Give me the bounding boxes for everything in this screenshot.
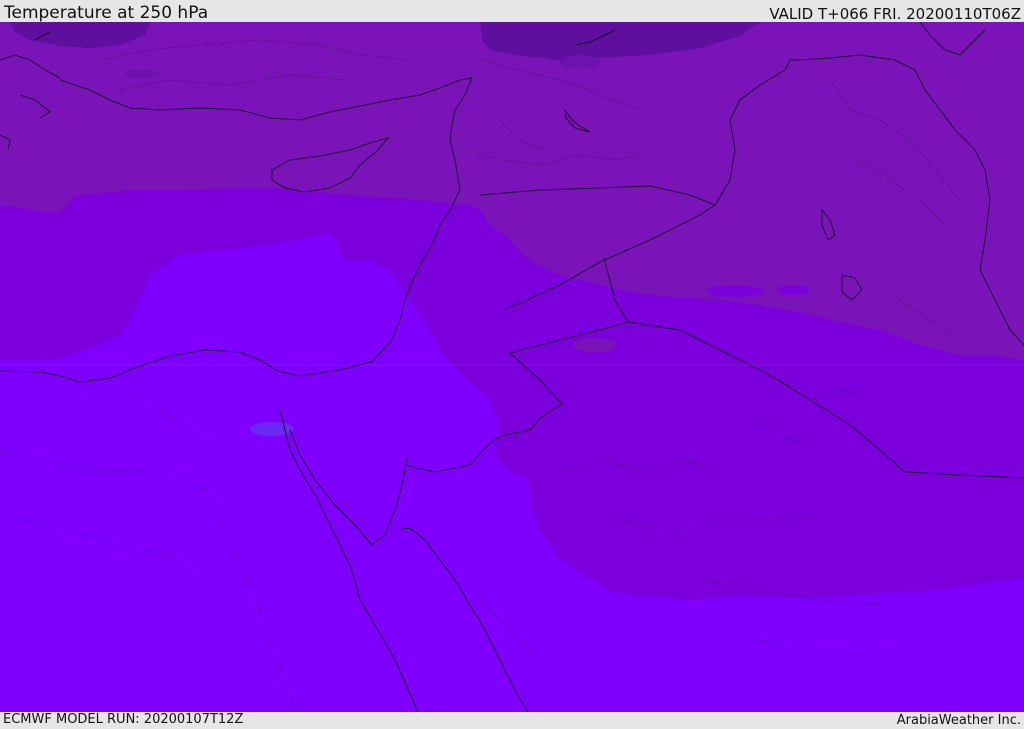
small-dark-patch-2 bbox=[560, 55, 600, 69]
valid-time-label: VALID T+066 FRI. 20200110T06Z bbox=[769, 5, 1021, 23]
dark-patch-jordan bbox=[573, 338, 617, 352]
temperature-map bbox=[0, 22, 1024, 712]
mid-patch-iraq bbox=[707, 285, 763, 297]
blue-patch-nile-delta bbox=[250, 422, 294, 436]
map-header: Temperature at 250 hPa VALID T+066 FRI. … bbox=[0, 0, 1024, 23]
map-footer: ECMWF MODEL RUN: 20200107T12Z ArabiaWeat… bbox=[0, 712, 1024, 729]
small-dark-patch bbox=[124, 70, 160, 78]
map-canvas bbox=[0, 22, 1024, 712]
map-title: Temperature at 250 hPa bbox=[4, 3, 209, 23]
credit-label: ArabiaWeather Inc. bbox=[896, 713, 1021, 728]
mid-patch-iraq-2 bbox=[776, 285, 810, 295]
model-run-label: ECMWF MODEL RUN: 20200107T12Z bbox=[3, 712, 244, 727]
